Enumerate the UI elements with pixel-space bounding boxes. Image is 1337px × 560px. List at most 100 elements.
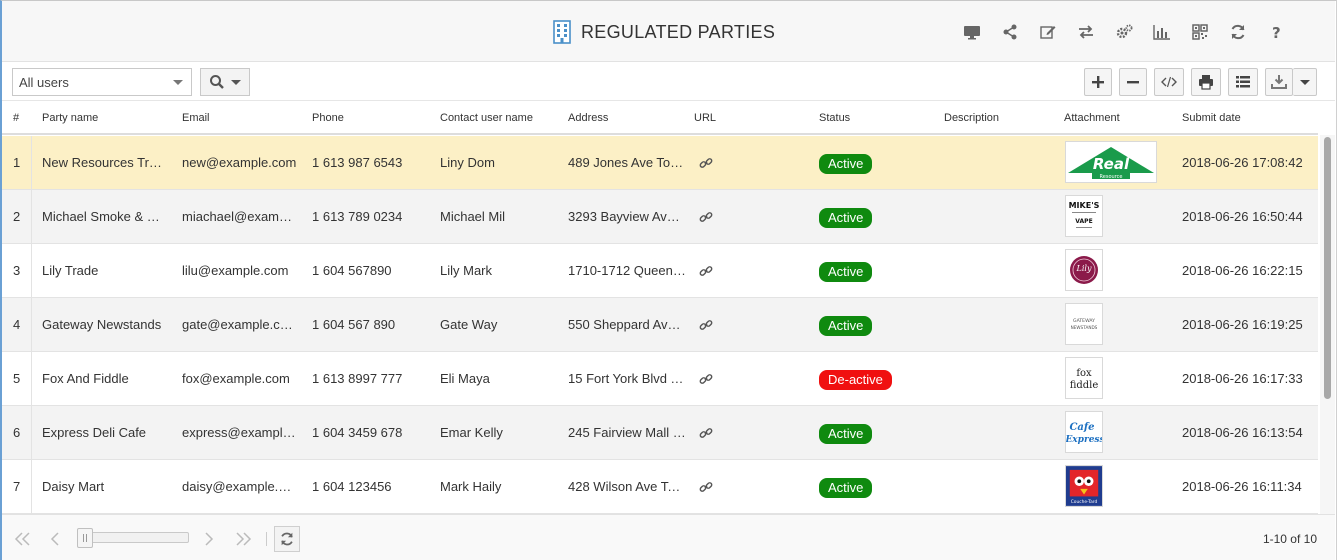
qr-code-icon[interactable] — [1181, 21, 1219, 43]
refresh-icon[interactable] — [1219, 21, 1257, 43]
real-resource-logo: RealResource — [1068, 147, 1154, 180]
last-page-button[interactable] — [230, 526, 256, 552]
chart-icon[interactable] — [1143, 21, 1181, 43]
contact-user-cell: Mark Haily — [440, 479, 502, 494]
row-number: 6 — [2, 406, 32, 460]
svg-text:fox: fox — [1076, 368, 1092, 379]
phone-cell: 1 604 3459 678 — [312, 425, 403, 440]
edit-icon[interactable] — [1029, 21, 1067, 43]
status-badge: Active — [819, 261, 873, 282]
add-button[interactable] — [1084, 68, 1112, 96]
column-header-party-name[interactable]: Party name — [42, 112, 98, 124]
status-badge: Active — [819, 153, 873, 174]
svg-text:MIKE'S: MIKE'S — [1069, 201, 1100, 210]
table-actions — [1077, 68, 1317, 96]
status-cell: De-active — [819, 352, 892, 406]
email-cell: express@example.com — [182, 425, 297, 440]
transfer-icon[interactable] — [1067, 21, 1105, 43]
column-header-status[interactable]: Status — [819, 112, 850, 124]
list-view-button[interactable] — [1228, 68, 1258, 96]
reload-button[interactable] — [274, 526, 300, 552]
page-slider[interactable] — [77, 528, 189, 548]
attachment-thumbnail[interactable]: GATEWAY NEWSTANDS — [1065, 303, 1103, 345]
party-name-cell: Express Deli Cafe — [42, 425, 147, 440]
address-cell: 3293 Bayview Ave Toronto — [568, 209, 686, 224]
link-icon[interactable] — [699, 480, 713, 494]
row-number: 2 — [2, 190, 32, 244]
download-button[interactable] — [1265, 68, 1293, 96]
link-icon[interactable] — [699, 372, 713, 386]
table-toolbar: All users — [2, 63, 1335, 101]
fox-fiddle-logo: foxfiddle — [1070, 368, 1099, 391]
address-cell: 1710-1712 Queen St — [568, 263, 686, 278]
column-header-attachment[interactable]: Attachment — [1064, 112, 1120, 124]
link-icon[interactable] — [699, 264, 713, 278]
column-header-phone[interactable]: Phone — [312, 112, 344, 124]
link-icon[interactable] — [699, 210, 713, 224]
export-dropdown-button[interactable] — [1293, 68, 1317, 96]
column-header-url[interactable]: URL — [694, 112, 716, 124]
double-chevron-left-icon — [14, 532, 30, 546]
table-row[interactable]: 7 Daisy Mart daisy@example.com 1 604 123456… — [2, 460, 1318, 514]
status-badge: Active — [819, 315, 873, 336]
table-row[interactable]: 3 Lily Trade lilu@example.com 1 604 567890 L… — [2, 244, 1318, 298]
previous-page-button[interactable] — [42, 526, 68, 552]
print-button[interactable] — [1191, 68, 1221, 96]
page-slider-handle[interactable] — [77, 528, 93, 548]
attachment-thumbnail[interactable]: Lily — [1065, 249, 1103, 291]
share-icon[interactable] — [991, 21, 1029, 43]
double-chevron-right-icon — [236, 532, 252, 546]
embed-code-button[interactable] — [1154, 68, 1184, 96]
svg-text:Express: Express — [1066, 435, 1102, 445]
attachment-thumbnail[interactable]: Real Resource — [1065, 141, 1157, 183]
address-cell: 489 Jones Ave Toronto — [568, 155, 686, 170]
column-header-submit-date[interactable]: Submit date — [1182, 112, 1241, 124]
attachment-thumbnail[interactable]: MIKE'S VAPE — [1065, 195, 1103, 237]
download-icon — [1271, 75, 1287, 89]
contact-user-cell: Eli Maya — [440, 371, 490, 386]
address-cell: 245 Fairview Mall Dr — [568, 425, 686, 440]
table-row[interactable]: 1 New Resources Trading new@example.com 1 6… — [2, 136, 1318, 190]
first-page-button[interactable] — [10, 526, 36, 552]
link-icon[interactable] — [699, 318, 713, 332]
status-badge: De-active — [819, 369, 892, 390]
gateway-newstands-logo: GATEWAYNEWSTANDS — [1071, 318, 1098, 330]
chevron-left-icon — [50, 532, 59, 546]
svg-text:Lily: Lily — [1076, 264, 1092, 273]
monitor-icon[interactable] — [953, 21, 991, 43]
column-header-email[interactable]: Email — [182, 112, 210, 124]
status-cell: Active — [819, 298, 873, 352]
attachment-thumbnail[interactable]: fox fiddle — [1065, 357, 1103, 399]
remove-button[interactable] — [1119, 68, 1147, 96]
phone-cell: 1 613 8997 777 — [312, 371, 403, 386]
refresh-icon — [281, 532, 293, 546]
user-filter-select[interactable]: All users — [12, 68, 192, 96]
next-page-button[interactable] — [196, 526, 222, 552]
column-header-contact[interactable]: Contact user name — [440, 112, 533, 124]
link-icon[interactable] — [699, 426, 713, 440]
table-header: # Party name Email Phone Contact user na… — [2, 102, 1318, 135]
svg-text:NEWSTANDS: NEWSTANDS — [1071, 325, 1098, 330]
search-button[interactable] — [200, 68, 250, 96]
attachment-thumbnail[interactable]: Cafe Express — [1065, 411, 1103, 453]
scrollbar-thumb[interactable] — [1324, 137, 1331, 399]
table-row[interactable]: 4 Gateway Newstands gate@example.com 1 604 … — [2, 298, 1318, 352]
table-row[interactable]: 6 Express Deli Cafe express@example.com 1 6… — [2, 406, 1318, 460]
vertical-scrollbar[interactable] — [1320, 135, 1335, 514]
column-header-description[interactable]: Description — [944, 112, 999, 124]
search-icon — [210, 75, 224, 89]
svg-text:?: ? — [1272, 24, 1281, 41]
chevron-right-icon — [205, 532, 214, 546]
help-icon[interactable]: ? — [1257, 21, 1295, 43]
table-row[interactable]: 2 Michael Smoke & Vape miachael@example.co… — [2, 190, 1318, 244]
mikes-vape-logo: MIKE'S VAPE — [1069, 201, 1100, 228]
header-toolbar: ? — [953, 21, 1295, 43]
status-cell: Active — [819, 190, 873, 244]
link-icon[interactable] — [699, 156, 713, 170]
column-header-number[interactable]: # — [13, 112, 19, 124]
party-name-cell: Michael Smoke & Vape — [42, 209, 167, 224]
attachment-thumbnail[interactable]: Couche-Tard — [1065, 465, 1103, 507]
column-header-address[interactable]: Address — [568, 112, 608, 124]
settings-icon[interactable] — [1105, 21, 1143, 43]
table-row[interactable]: 5 Fox And Fiddle fox@example.com 1 613 8997… — [2, 352, 1318, 406]
